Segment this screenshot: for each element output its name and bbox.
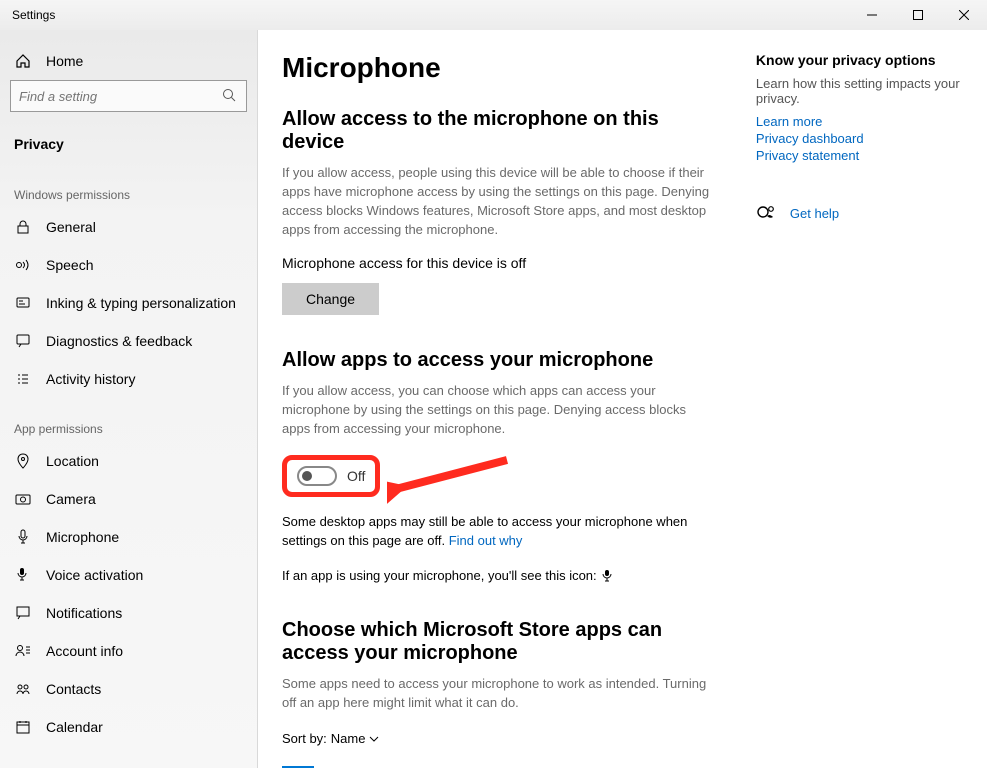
sort-by-dropdown[interactable]: Sort by: Name xyxy=(282,731,716,746)
desktop-apps-note: Some desktop apps may still be able to a… xyxy=(282,513,716,551)
minimize-button[interactable] xyxy=(849,0,895,30)
page-title: Microphone xyxy=(282,52,716,84)
microphone-indicator-icon xyxy=(600,569,614,583)
sidebar-item-speech[interactable]: Speech xyxy=(0,246,257,284)
mic-icon-note: If an app is using your microphone, you'… xyxy=(282,567,716,586)
sidebar-item-location[interactable]: Location xyxy=(0,442,257,480)
section-heading: Allow apps to access your microphone xyxy=(282,349,716,372)
sidebar-item-account[interactable]: Account info xyxy=(0,632,257,670)
aside-heading: Know your privacy options xyxy=(756,52,963,68)
sidebar-breadcrumb: Privacy xyxy=(0,120,257,164)
main-content: Microphone Allow access to the microphon… xyxy=(258,30,987,768)
notifications-icon xyxy=(14,604,32,622)
sidebar-item-label: Diagnostics & feedback xyxy=(46,333,192,349)
sidebar-item-microphone[interactable]: Microphone xyxy=(0,518,257,556)
window-controls xyxy=(849,0,987,30)
sidebar-item-label: Speech xyxy=(46,257,93,273)
search-input-wrap[interactable] xyxy=(10,80,247,112)
app-row-camera: Camera Off xyxy=(282,758,716,768)
toggle-state-label: Off xyxy=(347,468,365,484)
get-help-row[interactable]: Get help xyxy=(756,203,963,223)
search-icon xyxy=(222,88,238,104)
speech-icon xyxy=(14,256,32,274)
nav-home[interactable]: Home xyxy=(0,42,257,80)
annotation-highlight: Off xyxy=(282,455,380,497)
search-input[interactable] xyxy=(19,89,222,104)
microphone-icon xyxy=(14,528,32,546)
section-desc: If you allow access, you can choose whic… xyxy=(282,382,716,439)
allow-apps-toggle[interactable] xyxy=(297,466,337,486)
sidebar-item-label: Notifications xyxy=(46,605,122,621)
sidebar-item-activity[interactable]: Activity history xyxy=(0,360,257,398)
device-access-status: Microphone access for this device is off xyxy=(282,255,716,271)
section-desc: If you allow access, people using this d… xyxy=(282,164,716,239)
change-button[interactable]: Change xyxy=(282,283,379,315)
section-device-access: Allow access to the microphone on this d… xyxy=(282,108,716,315)
aside-panel: Know your privacy options Learn how this… xyxy=(756,52,963,768)
sidebar-item-label: Location xyxy=(46,453,99,469)
minimize-icon xyxy=(867,10,877,20)
section-app-permissions: App permissions xyxy=(0,398,257,442)
sidebar-item-label: Voice activation xyxy=(46,567,143,583)
link-learn-more[interactable]: Learn more xyxy=(756,114,963,129)
section-store-apps: Choose which Microsoft Store apps can ac… xyxy=(282,619,716,768)
sidebar-item-voice[interactable]: Voice activation xyxy=(0,556,257,594)
activity-icon xyxy=(14,370,32,388)
calendar-icon xyxy=(14,718,32,736)
link-privacy-statement[interactable]: Privacy statement xyxy=(756,148,963,163)
close-icon xyxy=(959,10,969,20)
sidebar: Home Privacy Windows permissions General… xyxy=(0,30,258,768)
sidebar-item-general[interactable]: General xyxy=(0,208,257,246)
home-icon xyxy=(14,52,32,70)
sidebar-item-calendar[interactable]: Calendar xyxy=(0,708,257,746)
help-icon xyxy=(756,203,776,223)
section-heading: Allow access to the microphone on this d… xyxy=(282,108,716,154)
section-heading: Choose which Microsoft Store apps can ac… xyxy=(282,619,716,665)
sidebar-item-label: Microphone xyxy=(46,529,119,545)
contacts-icon xyxy=(14,680,32,698)
voice-icon xyxy=(14,566,32,584)
get-help-link[interactable]: Get help xyxy=(790,206,839,221)
close-button[interactable] xyxy=(941,0,987,30)
sidebar-item-notifications[interactable]: Notifications xyxy=(0,594,257,632)
account-icon xyxy=(14,642,32,660)
section-app-access: Allow apps to access your microphone If … xyxy=(282,349,716,585)
lock-icon xyxy=(14,218,32,236)
window-title: Settings xyxy=(0,8,55,22)
sidebar-item-inking[interactable]: Inking & typing personalization xyxy=(0,284,257,322)
sidebar-item-label: Camera xyxy=(46,491,96,507)
chevron-down-icon xyxy=(369,734,379,744)
link-privacy-dashboard[interactable]: Privacy dashboard xyxy=(756,131,963,146)
sidebar-item-label: Account info xyxy=(46,643,123,659)
sidebar-item-label: General xyxy=(46,219,96,235)
feedback-icon xyxy=(14,332,32,350)
section-windows-permissions: Windows permissions xyxy=(0,164,257,208)
location-icon xyxy=(14,452,32,470)
camera-icon xyxy=(14,490,32,508)
section-desc: Some apps need to access your microphone… xyxy=(282,675,716,713)
sidebar-item-label: Activity history xyxy=(46,371,135,387)
sidebar-item-label: Contacts xyxy=(46,681,101,697)
annotation-arrow xyxy=(387,450,517,510)
sidebar-item-label: Inking & typing personalization xyxy=(46,295,236,311)
maximize-button[interactable] xyxy=(895,0,941,30)
maximize-icon xyxy=(913,10,923,20)
inking-icon xyxy=(14,294,32,312)
nav-home-label: Home xyxy=(46,53,83,69)
titlebar: Settings xyxy=(0,0,987,30)
find-out-why-link[interactable]: Find out why xyxy=(449,533,523,548)
sidebar-item-contacts[interactable]: Contacts xyxy=(0,670,257,708)
sidebar-item-diagnostics[interactable]: Diagnostics & feedback xyxy=(0,322,257,360)
sidebar-item-camera[interactable]: Camera xyxy=(0,480,257,518)
aside-desc: Learn how this setting impacts your priv… xyxy=(756,76,963,106)
sidebar-item-label: Calendar xyxy=(46,719,103,735)
